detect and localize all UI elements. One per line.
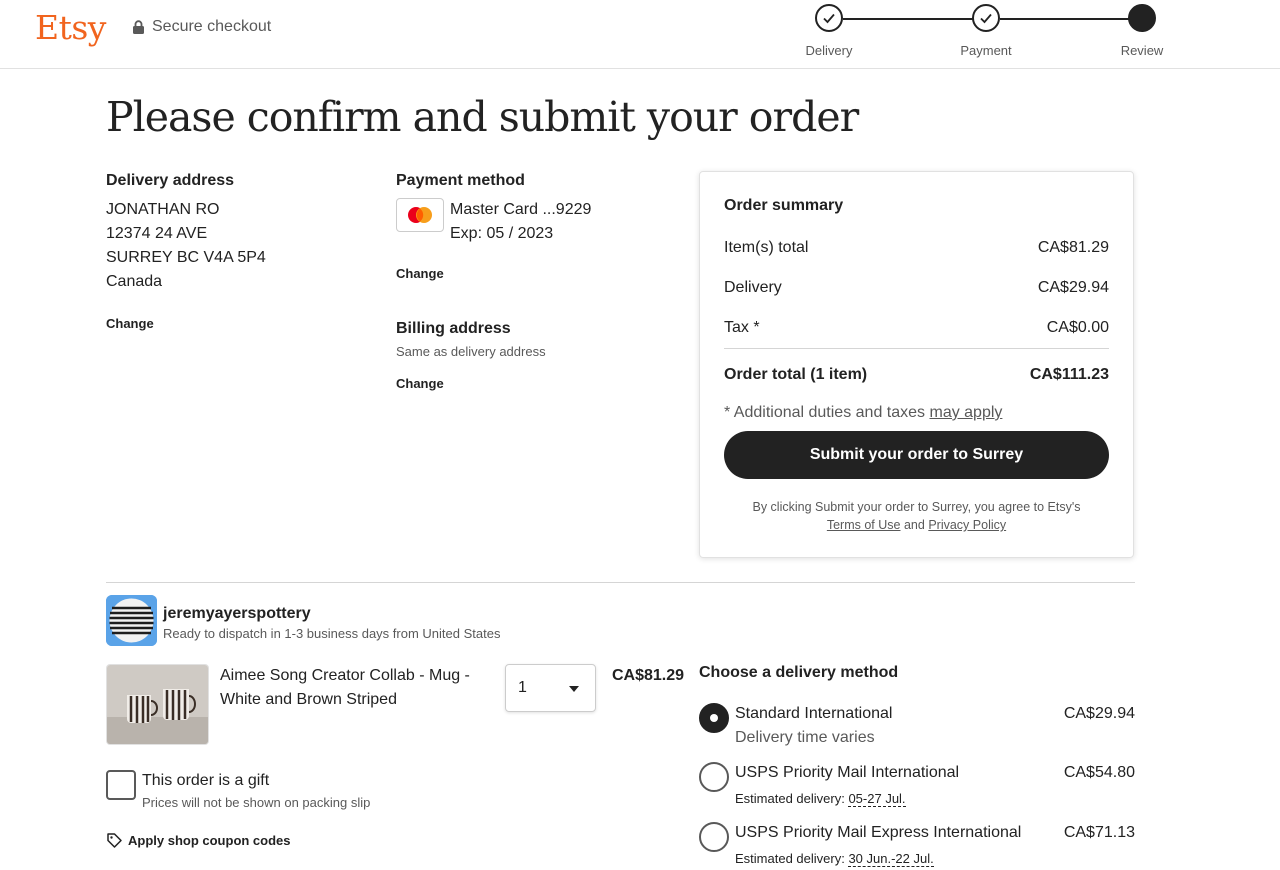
- summary-label: Item(s) total: [724, 239, 809, 256]
- mastercard-icon: [396, 198, 444, 232]
- estimated-delivery-label: Estimated delivery:: [735, 851, 845, 866]
- delivery-radio[interactable]: [699, 762, 729, 792]
- privacy-policy-link[interactable]: Privacy Policy: [928, 518, 1006, 532]
- estimated-delivery: Estimated delivery: 05-27 Jul.: [735, 791, 906, 807]
- quantity-value: 1: [518, 679, 527, 696]
- estimated-delivery-date[interactable]: 30 Jun.-22 Jul.: [848, 851, 934, 867]
- step-label: Payment: [960, 43, 1012, 58]
- payment-method-section: Payment method Master Card ...9229 Exp: …: [396, 172, 686, 393]
- card-expiry: Exp: 05 / 2023: [450, 225, 554, 242]
- change-address-link[interactable]: Change: [106, 316, 154, 331]
- delivery-option-price: CA$54.80: [1063, 764, 1135, 781]
- item-title[interactable]: Aimee Song Creator Collab - Mug - White …: [220, 664, 495, 712]
- step-delivery[interactable]: Delivery: [794, 4, 864, 58]
- address-line: 12374 24 AVE: [106, 225, 208, 242]
- gift-sub: Prices will not be shown on packing slip: [142, 795, 371, 810]
- step-label: Delivery: [805, 43, 853, 58]
- estimated-delivery: Estimated delivery: 30 Jun.-22 Jul.: [735, 851, 934, 867]
- caret-down-icon: [569, 686, 579, 692]
- summary-label: Delivery: [724, 279, 782, 296]
- delivery-address-section: Delivery address JONATHAN RO 12374 24 AV…: [106, 172, 376, 333]
- section-divider: [106, 582, 1135, 583]
- legal-note: By clicking Submit your order to Surrey,…: [724, 498, 1109, 534]
- billing-address-sub: Same as delivery address: [396, 344, 546, 359]
- change-payment-link[interactable]: Change: [396, 266, 444, 281]
- delivery-option-standard[interactable]: Standard International CA$29.94 Delivery…: [699, 703, 1135, 751]
- may-apply-link[interactable]: may apply: [929, 404, 1002, 421]
- legal-and: and: [903, 518, 925, 532]
- etsy-logo[interactable]: Etsy: [35, 8, 106, 47]
- delivery-option-sub: Delivery time varies: [735, 729, 875, 746]
- quantity-select[interactable]: 1: [505, 664, 596, 712]
- gift-checkbox[interactable]: [106, 770, 136, 800]
- apply-coupon-label: Apply shop coupon codes: [128, 833, 291, 848]
- delivery-option-name: USPS Priority Mail International: [735, 764, 960, 781]
- change-billing-link[interactable]: Change: [396, 376, 444, 391]
- delivery-radio[interactable]: [699, 822, 729, 852]
- apply-coupon-link[interactable]: Apply shop coupon codes: [106, 832, 291, 849]
- delivery-option-name: Standard International: [735, 705, 893, 722]
- item-price: CA$81.29: [612, 667, 685, 684]
- delivery-option-price: CA$71.13: [1063, 824, 1135, 841]
- address-lines: JONATHAN RO 12374 24 AVE SURREY BC V4A 5…: [106, 198, 376, 294]
- address-line: SURREY BC V4A 5P4: [106, 249, 266, 266]
- order-summary-card: Order summary Item(s) total CA$81.29 Del…: [699, 171, 1134, 558]
- delivery-radio-selected[interactable]: [699, 703, 729, 733]
- dispatch-info: Ready to dispatch in 1-3 business days f…: [163, 626, 501, 641]
- summary-row-items: Item(s) total CA$81.29: [724, 239, 1109, 257]
- summary-row-tax: Tax * CA$0.00: [724, 319, 1109, 337]
- order-total-label: Order total (1 item): [724, 366, 868, 383]
- legal-text: By clicking Submit your order to Surrey,…: [752, 500, 1081, 514]
- item-image[interactable]: [106, 664, 209, 745]
- step-payment[interactable]: Payment: [951, 4, 1021, 58]
- address-line: Canada: [106, 273, 163, 290]
- payment-method-title: Payment method: [396, 172, 525, 189]
- gift-label[interactable]: This order is a gift: [142, 772, 269, 790]
- summary-value: CA$29.94: [1037, 279, 1109, 296]
- secure-checkout: Secure checkout: [132, 18, 271, 36]
- shop-name[interactable]: jeremyayerspottery: [163, 605, 311, 623]
- tag-icon: [107, 833, 122, 848]
- delivery-option-express[interactable]: USPS Priority Mail Express International…: [699, 822, 1135, 870]
- duties-text: * Additional duties and taxes: [724, 404, 926, 421]
- address-line: JONATHAN RO: [106, 201, 220, 218]
- secure-checkout-label: Secure checkout: [152, 18, 272, 35]
- step-label: Review: [1120, 43, 1164, 58]
- current-step-dot: [1128, 4, 1156, 32]
- delivery-address-title: Delivery address: [106, 172, 235, 189]
- checkout-header: Etsy Secure checkout Delivery Payment Re…: [0, 0, 1280, 69]
- submit-order-button[interactable]: Submit your order to Surrey: [724, 431, 1109, 479]
- estimated-delivery-label: Estimated delivery:: [735, 791, 845, 806]
- summary-value: CA$0.00: [1046, 319, 1109, 336]
- delivery-method-title: Choose a delivery method: [699, 664, 899, 681]
- summary-row-total: Order total (1 item) CA$111.23: [724, 366, 1109, 384]
- summary-divider: [724, 348, 1109, 349]
- duties-note: * Additional duties and taxes may apply: [724, 404, 1002, 422]
- delivery-option-price: CA$29.94: [1063, 705, 1135, 722]
- order-total-value: CA$111.23: [1029, 366, 1109, 383]
- page-title: Please confirm and submit your order: [106, 93, 859, 141]
- order-summary-title: Order summary: [724, 197, 844, 214]
- lock-icon: [133, 20, 144, 34]
- billing-address-title: Billing address: [396, 320, 511, 337]
- checkout-progress: Delivery Payment Review: [800, 4, 1180, 64]
- delivery-option-name: USPS Priority Mail Express International: [735, 824, 1022, 841]
- card-row: Master Card ...9229 Exp: 05 / 2023: [396, 198, 686, 246]
- check-icon: [815, 4, 843, 32]
- summary-row-delivery: Delivery CA$29.94: [724, 279, 1109, 297]
- card-number: Master Card ...9229: [450, 201, 592, 218]
- shop-avatar[interactable]: [106, 595, 157, 646]
- card-info: Master Card ...9229 Exp: 05 / 2023: [450, 198, 591, 246]
- summary-value: CA$81.29: [1037, 239, 1109, 256]
- terms-of-use-link[interactable]: Terms of Use: [827, 518, 901, 532]
- step-review: Review: [1107, 4, 1177, 58]
- summary-label: Tax *: [724, 319, 760, 336]
- check-icon: [972, 4, 1000, 32]
- estimated-delivery-date[interactable]: 05-27 Jul.: [848, 791, 906, 807]
- delivery-option-priority[interactable]: USPS Priority Mail International CA$54.8…: [699, 762, 1135, 810]
